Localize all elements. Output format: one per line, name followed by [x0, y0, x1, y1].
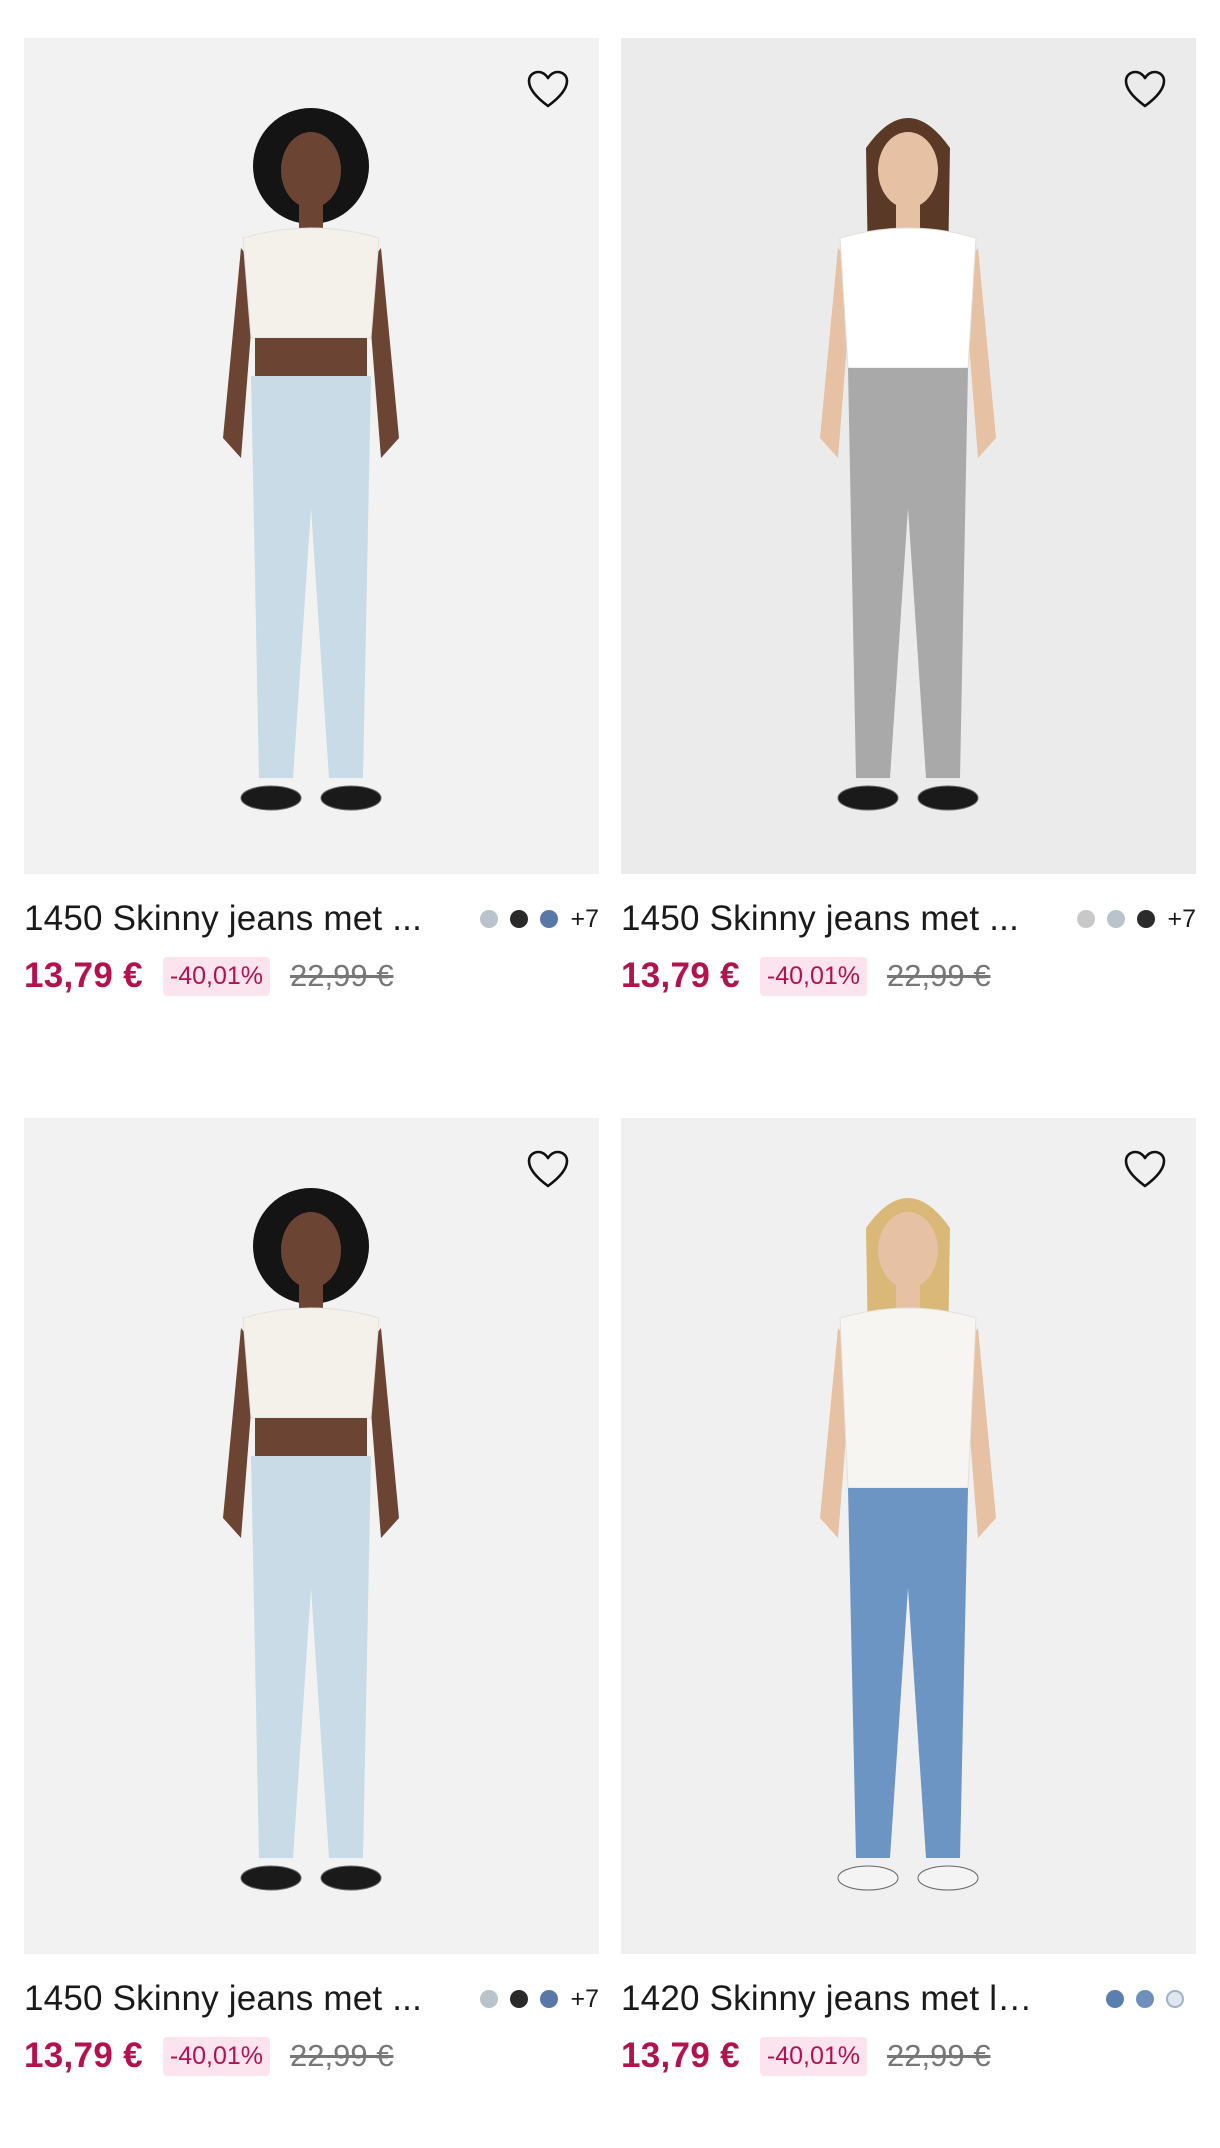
model-figure [820, 1198, 996, 1891]
model-shoe [240, 785, 302, 811]
color-swatch[interactable] [1077, 910, 1096, 928]
model-figure [820, 118, 996, 811]
color-swatch[interactable] [510, 910, 529, 928]
sale-price: 13,79 € [24, 956, 143, 995]
product-image[interactable] [621, 1118, 1196, 1954]
color-swatches: +7 [480, 905, 599, 934]
product-info: 1450 Skinny jeans met ... +7 13,79 € -40… [621, 896, 1196, 998]
original-price: 22,99 € [290, 2038, 394, 2073]
color-swatch[interactable] [540, 910, 559, 928]
model-shoe [240, 1865, 302, 1891]
discount-badge: -40,01% [759, 2036, 867, 2076]
heart-icon[interactable] [527, 1150, 569, 1190]
model-shoe [917, 785, 979, 811]
model-midriff [255, 338, 367, 378]
model-shoe [837, 785, 899, 811]
model-top [242, 1307, 380, 1419]
color-swatch[interactable] [1106, 1990, 1124, 2008]
original-price: 22,99 € [887, 958, 991, 993]
color-swatch[interactable] [480, 1990, 499, 2008]
model-shoe [320, 785, 382, 811]
model-jeans [251, 1456, 371, 1858]
more-colors-count[interactable]: +7 [570, 1985, 599, 2014]
model-head [878, 1212, 938, 1288]
color-swatch[interactable] [510, 1990, 529, 2008]
product-name[interactable]: 1450 Skinny jeans met ... [24, 1979, 422, 2019]
heart-icon[interactable] [527, 70, 569, 110]
color-swatch[interactable] [1136, 1990, 1154, 2008]
model-top [242, 227, 380, 339]
model-shoe [917, 1865, 979, 1891]
product-card[interactable]: 1450 Skinny jeans met ... +7 13,79 € -40… [621, 38, 1196, 1118]
more-colors-count[interactable]: +7 [570, 905, 599, 934]
color-swatches: +7 [480, 1985, 599, 2014]
discount-badge: -40,01% [162, 956, 270, 996]
product-grid: 1450 Skinny jeans met ... +7 13,79 € -40… [24, 38, 1196, 2148]
model-top [839, 1307, 977, 1489]
original-price: 22,99 € [887, 2038, 991, 2073]
product-image[interactable] [24, 38, 599, 874]
model-midriff [255, 1418, 367, 1458]
color-swatches [1106, 1990, 1196, 2008]
model-shoe [837, 1865, 899, 1891]
product-image[interactable] [621, 38, 1196, 874]
heart-icon[interactable] [1124, 1150, 1166, 1190]
sale-price: 13,79 € [621, 2036, 740, 2075]
heart-icon[interactable] [1124, 70, 1166, 110]
product-card[interactable]: 1450 Skinny jeans met ... +7 13,79 € -40… [24, 1118, 599, 2148]
model-head [281, 132, 341, 208]
model-figure [223, 1188, 399, 1891]
color-swatch[interactable] [1166, 1990, 1184, 2008]
model-head [878, 132, 938, 208]
model-shoe [320, 1865, 382, 1891]
model-jeans [251, 376, 371, 778]
product-card[interactable]: 1420 Skinny jeans met lag... 13,79 € -40… [621, 1118, 1196, 2148]
product-info: 1450 Skinny jeans met ... +7 13,79 € -40… [24, 1976, 599, 2078]
product-info: 1420 Skinny jeans met lag... 13,79 € -40… [621, 1976, 1196, 2078]
color-swatch[interactable] [540, 1990, 559, 2008]
color-swatches: +7 [1077, 905, 1196, 934]
product-name[interactable]: 1420 Skinny jeans met lag... [621, 1979, 1041, 2019]
model-top [839, 227, 977, 369]
sale-price: 13,79 € [24, 2036, 143, 2075]
product-card[interactable]: 1450 Skinny jeans met ... +7 13,79 € -40… [24, 38, 599, 1118]
color-swatch[interactable] [1137, 910, 1156, 928]
product-name[interactable]: 1450 Skinny jeans met ... [621, 899, 1019, 939]
more-colors-count[interactable]: +7 [1167, 905, 1196, 934]
model-head [281, 1212, 341, 1288]
color-swatch[interactable] [1107, 910, 1126, 928]
product-name[interactable]: 1450 Skinny jeans met ... [24, 899, 422, 939]
discount-badge: -40,01% [162, 2036, 270, 2076]
model-figure [223, 108, 399, 811]
color-swatch[interactable] [480, 910, 499, 928]
discount-badge: -40,01% [759, 956, 867, 996]
model-jeans [848, 368, 968, 778]
original-price: 22,99 € [290, 958, 394, 993]
product-info: 1450 Skinny jeans met ... +7 13,79 € -40… [24, 896, 599, 998]
product-image[interactable] [24, 1118, 599, 1954]
sale-price: 13,79 € [621, 956, 740, 995]
model-jeans [848, 1488, 968, 1858]
